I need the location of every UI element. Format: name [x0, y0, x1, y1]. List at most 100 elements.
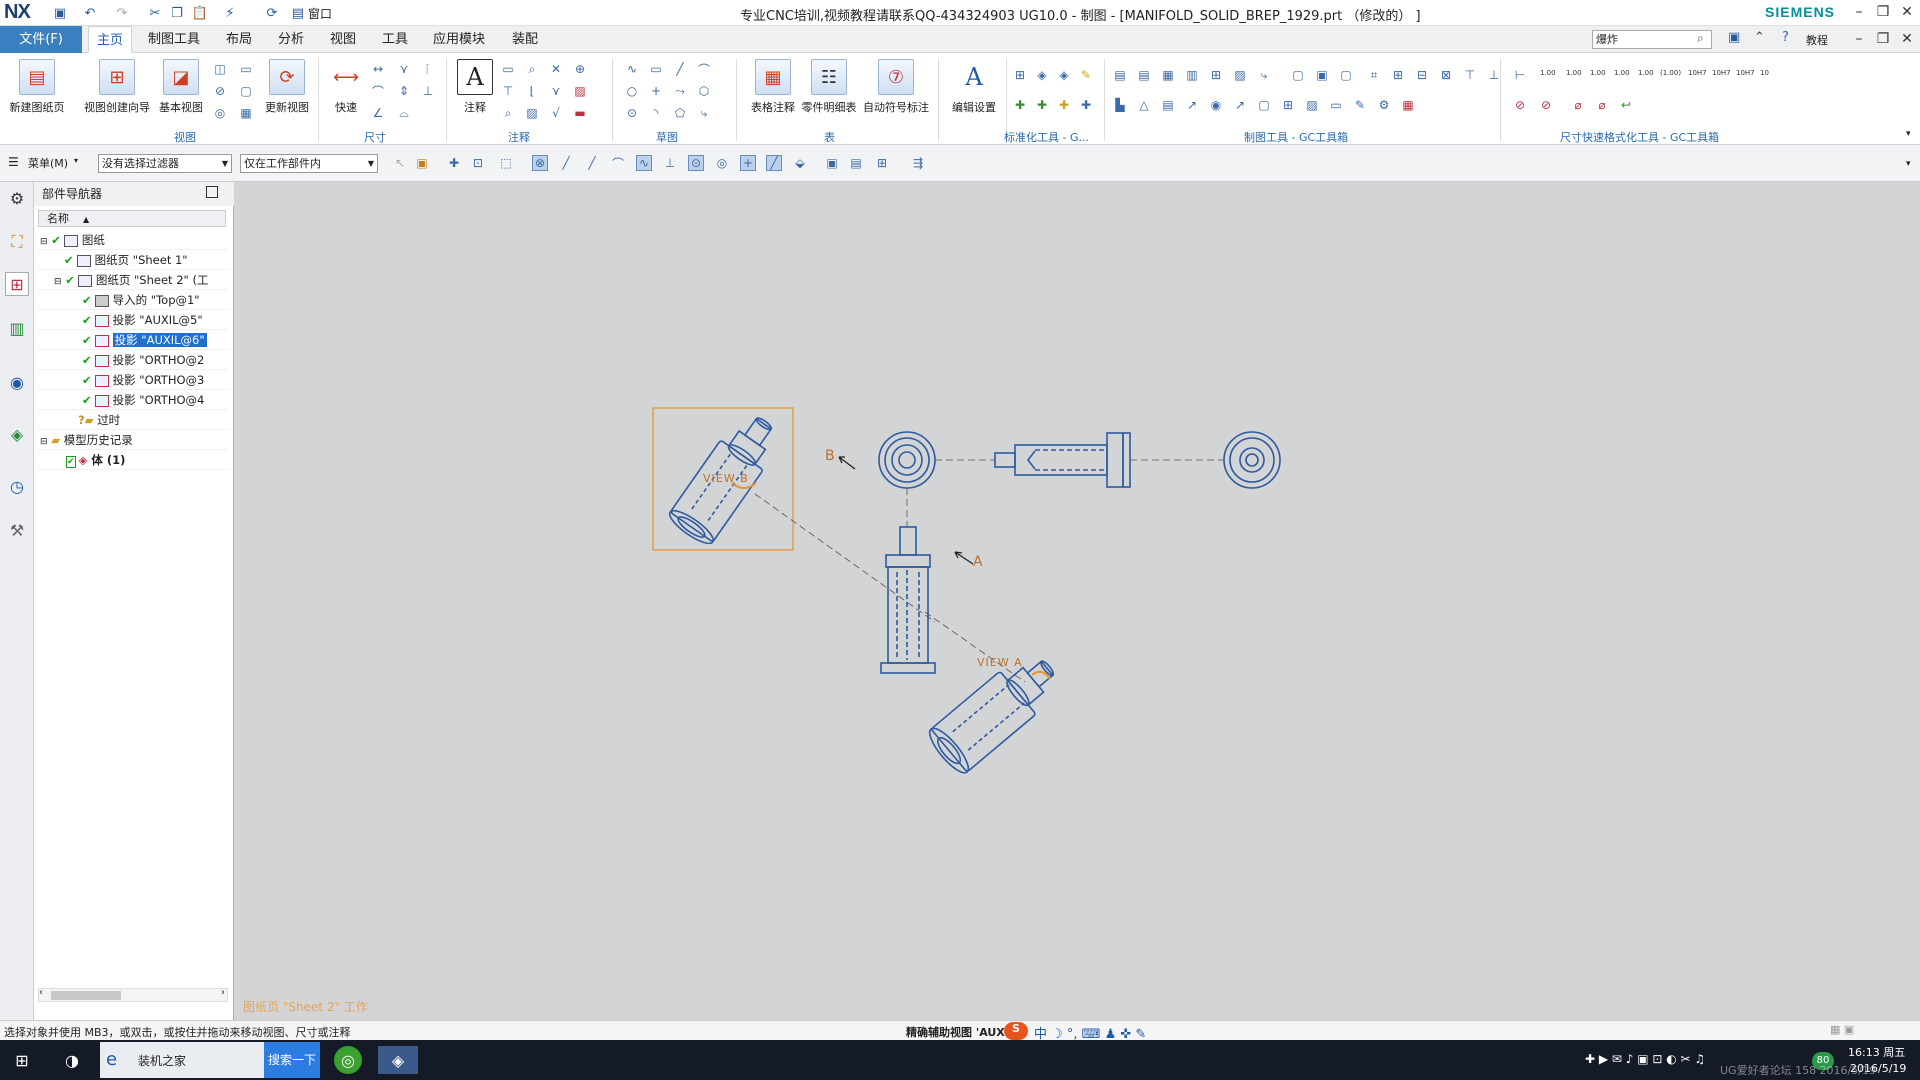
scroll-thumb[interactable] [51, 991, 121, 1000]
tab-analysis[interactable]: 分析 [270, 26, 312, 53]
fillet-icon[interactable]: ◝ [648, 105, 664, 121]
maximize-panel-icon[interactable] [206, 186, 218, 198]
view-b-label[interactable]: VIEW B [703, 472, 749, 485]
tab-tools[interactable]: 工具 [374, 26, 416, 53]
menu-icon[interactable]: ☰ [8, 155, 19, 169]
reuse-library-icon[interactable]: ▥ [5, 316, 29, 340]
orient-icon[interactable]: ⇶ [910, 155, 926, 171]
radial-dim-icon[interactable]: ⌒ [370, 83, 386, 99]
collapse-icon[interactable]: ⊟ [54, 277, 62, 287]
restore-button[interactable]: ❐ [1872, 2, 1894, 22]
tree-node-history[interactable]: ⊟ ▰ 模型历史记录 [38, 430, 228, 450]
gc-tool-2-icon[interactable]: ▤ [1136, 67, 1152, 83]
note-button[interactable]: A 注释 [455, 59, 495, 115]
hd3d-icon[interactable]: ◉ [5, 370, 29, 394]
point-on-surface-icon[interactable]: ⬙ [792, 155, 808, 171]
dim-format-10[interactable]: 10 [1760, 69, 1769, 77]
command-finder-icon[interactable]: ⚡ [220, 3, 240, 23]
part-navigator-icon[interactable]: ⊞ [5, 272, 29, 296]
table-note-button[interactable]: ▦ 表格注释 [744, 59, 802, 115]
tree-node-sheet2[interactable]: ⊟ ✔ 图纸页 "Sheet 2" (工 [38, 270, 228, 290]
dim-tool-d-icon[interactable]: ⌀ [1594, 97, 1610, 113]
auto-balloon-button[interactable]: ⑦ 自动符号标注 [860, 59, 932, 115]
doc-restore-button[interactable]: ❐ [1872, 29, 1894, 49]
dim-format-2[interactable]: 1.00 [1566, 69, 1582, 77]
browser-search-box[interactable]: e 装机之家 [100, 1042, 264, 1078]
app-icon[interactable]: ◑ [58, 1046, 86, 1074]
linear-dim-icon[interactable]: ↔ [370, 61, 386, 77]
line-icon[interactable]: ╱ [672, 61, 688, 77]
std-tool-5-icon[interactable]: ✚ [1012, 97, 1028, 113]
display-icon[interactable]: ▣ [824, 155, 840, 171]
tab-layout[interactable]: 布局 [218, 26, 260, 53]
surface-finish-icon[interactable]: ⌕ [524, 61, 540, 77]
search-icon[interactable]: ⌕ [1697, 31, 1704, 46]
windows-start-icon[interactable]: ⊞ [8, 1046, 36, 1074]
tree-node-outdated[interactable]: ?▰ 过时 [38, 410, 228, 430]
snap-toggle-icon[interactable]: ✚ [446, 155, 462, 171]
gc-tool-10-icon[interactable]: ▢ [1338, 67, 1354, 83]
end-point-icon[interactable]: ╱ [558, 155, 574, 171]
control-point-icon[interactable]: ⌒ [610, 155, 626, 171]
gc-tool-26-icon[interactable]: ▭ [1328, 97, 1344, 113]
close-button[interactable]: ✕ [1896, 2, 1918, 22]
base-view-button[interactable]: ◪ 基本视图 [156, 59, 206, 115]
status-icons[interactable]: ▦ ▣ [1830, 1023, 1854, 1036]
std-tool-3-icon[interactable]: ◈ [1056, 67, 1072, 83]
scroll-left-icon[interactable]: ‹ [39, 987, 43, 998]
dim-format-5[interactable]: 1.00 [1638, 69, 1654, 77]
assembly-navigator-icon[interactable]: ⛶ [5, 230, 29, 254]
command-search-input[interactable]: 爆炸 [1592, 30, 1712, 49]
dim-format-7[interactable]: 10H7 [1688, 69, 1707, 77]
mid-point-icon[interactable]: ╱ [584, 155, 600, 171]
file-menu-button[interactable]: 文件(F) [0, 26, 82, 53]
intersection-icon[interactable]: √ [548, 105, 564, 121]
tab-view[interactable]: 视图 [322, 26, 364, 53]
dim-tool-a-icon[interactable]: ⊘ [1512, 97, 1528, 113]
gc-tool-20-icon[interactable]: ↗ [1184, 97, 1200, 113]
column-header-name[interactable]: 名称 ▲ [38, 210, 226, 227]
gc-tool-24-icon[interactable]: ⊞ [1280, 97, 1296, 113]
undo-icon[interactable]: ↶ [80, 3, 100, 23]
perpendicular-icon[interactable]: ⊥ [662, 155, 678, 171]
gc-tool-6-icon[interactable]: ▨ [1232, 67, 1248, 83]
intersection-point-icon[interactable]: ∿ [636, 155, 652, 171]
quadrant-icon[interactable]: ◎ [714, 155, 730, 171]
gc-tool-22-icon[interactable]: ↗ [1232, 97, 1248, 113]
doc-close-button[interactable]: ✕ [1896, 29, 1918, 49]
circle-icon[interactable]: ○ [624, 83, 640, 99]
gc-tool-11-icon[interactable]: ⌗ [1366, 67, 1382, 83]
gc-tool-14-icon[interactable]: ⊠ [1438, 67, 1454, 83]
arrow-b-label[interactable]: B [825, 448, 835, 464]
history-icon[interactable]: ◷ [5, 474, 29, 498]
existing-point-icon[interactable]: + [740, 155, 756, 171]
break-view-icon[interactable]: ▭ [238, 61, 254, 77]
tree-node-view[interactable]: ✔ 投影 "ORTHO@3 [38, 370, 228, 390]
section-view-icon[interactable]: ⊘ [212, 83, 228, 99]
point-on-curve-icon[interactable]: ╱ [766, 155, 782, 171]
dim-format-9[interactable]: 10H7 [1736, 69, 1755, 77]
hatch-icon[interactable]: ▨ [572, 83, 588, 99]
browser-icon[interactable]: ◎ [334, 1046, 362, 1074]
gc-tool-28-icon[interactable]: ⚙ [1376, 97, 1392, 113]
general-select-icon[interactable]: ↖ [392, 155, 408, 171]
selection-filter-select[interactable]: 没有选择过滤器 ▼ [98, 154, 232, 173]
collapse-ribbon-icon[interactable]: ⌃ [1754, 30, 1765, 45]
quick-dimension-button[interactable]: ⟷ 快速 [326, 59, 366, 115]
clock-time[interactable]: 16:13 周五 [1848, 1044, 1905, 1060]
gc-tool-27-icon[interactable]: ✎ [1352, 97, 1368, 113]
gc-tool-12-icon[interactable]: ⊞ [1390, 67, 1406, 83]
weld-symbol-icon[interactable]: ⌊ [524, 83, 540, 99]
collapse-icon[interactable]: ⊟ [40, 437, 48, 447]
panel-icon[interactable]: ▣ [1728, 30, 1740, 45]
sketch-curve-icon[interactable]: ∿ [624, 61, 640, 77]
dim-tool-e-icon[interactable]: ↩ [1618, 97, 1634, 113]
gc-tool-19-icon[interactable]: ▤ [1160, 97, 1176, 113]
minimize-button[interactable]: – [1848, 2, 1870, 22]
view-boundary-icon[interactable]: ▢ [238, 83, 254, 99]
arc-center-icon[interactable]: ⊙ [688, 155, 704, 171]
spline-icon[interactable]: ⤳ [672, 83, 688, 99]
projected-view-icon[interactable]: ◫ [212, 61, 228, 77]
arc-icon[interactable]: ⌒ [696, 61, 712, 77]
image-icon[interactable]: ▨ [524, 105, 540, 121]
